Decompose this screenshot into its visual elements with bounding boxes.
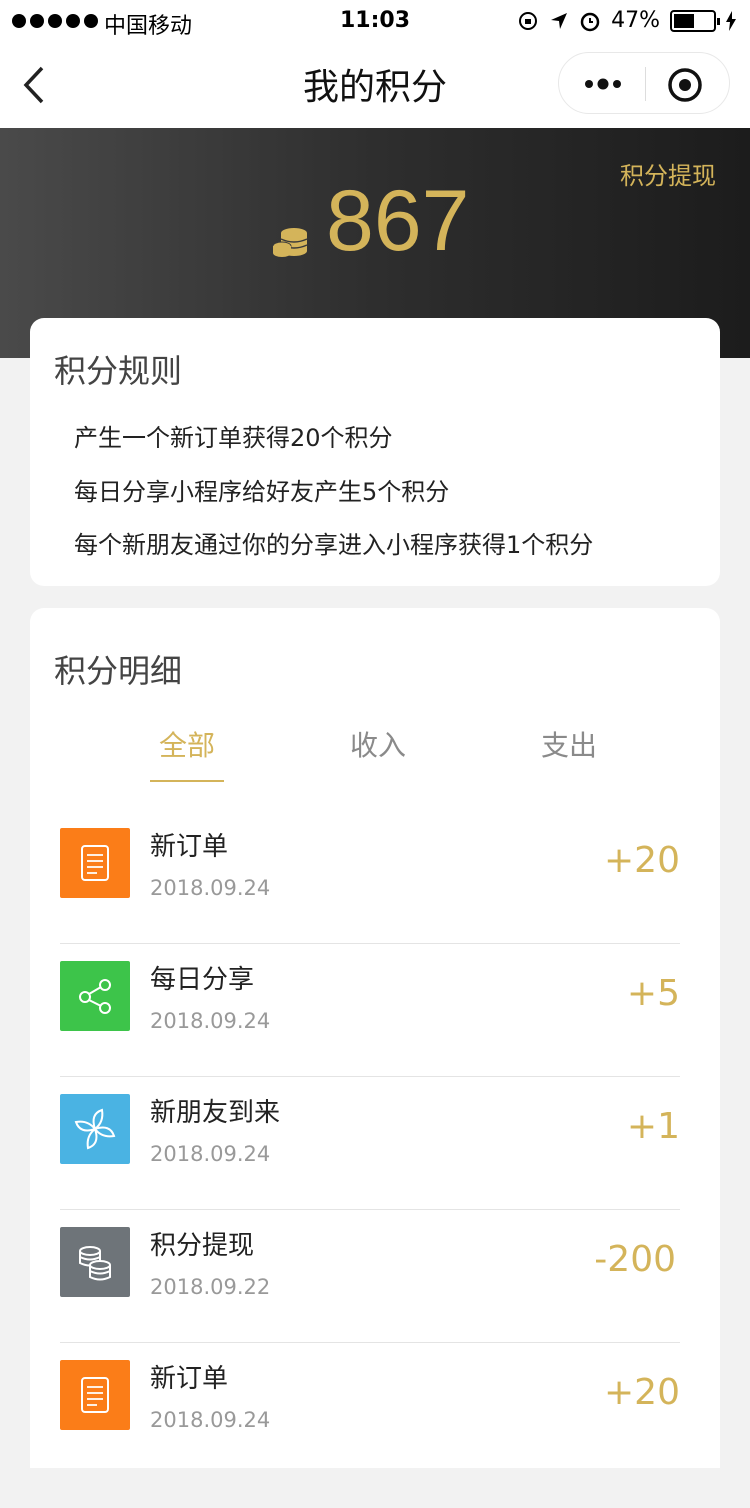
order-icon [60, 1360, 130, 1430]
charging-icon [726, 10, 736, 31]
active-tab-indicator [150, 780, 224, 782]
location-icon [551, 12, 568, 29]
record-name: 新朋友到来 [150, 1098, 281, 1128]
battery-icon [670, 9, 720, 32]
record-amount: +20 [604, 1372, 680, 1413]
coins-stack-icon [60, 1227, 130, 1297]
record-row[interactable]: 每日分享 2018.09.24 +5 [60, 945, 680, 1077]
record-row[interactable]: 积分提现 2018.09.22 -200 [60, 1211, 680, 1343]
tab-income[interactable]: 收入 [318, 724, 438, 764]
record-date: 2018.09.24 [150, 1142, 271, 1166]
record-amount: +1 [626, 1106, 680, 1147]
nav-bar: 我的积分 [0, 44, 750, 128]
close-mini-program-button[interactable] [665, 65, 705, 105]
pinwheel-icon [60, 1094, 130, 1164]
record-amount: +20 [604, 840, 680, 881]
order-icon [60, 828, 130, 898]
record-row[interactable]: 新朋友到来 2018.09.24 +1 [60, 1078, 680, 1210]
status-icons: 47% [517, 8, 736, 33]
row-divider [60, 943, 680, 944]
row-divider [60, 1076, 680, 1077]
rules-title: 积分规则 [54, 352, 183, 390]
coins-icon [272, 228, 308, 257]
points-detail-card: 积分明细 全部 收入 支出 新订单 2018.09.24 +20 每日分享 20… [30, 608, 720, 1468]
more-dots-icon [585, 78, 621, 90]
target-close-icon [668, 68, 702, 102]
record-date: 2018.09.24 [150, 1408, 271, 1432]
rule-item: 产生一个新订单获得20个积分 [74, 424, 393, 452]
status-bar: 中国移动 11:03 47% [0, 0, 750, 44]
detail-title: 积分明细 [54, 652, 183, 690]
capsule-divider [645, 67, 646, 101]
record-row[interactable]: 新订单 2018.09.24 +20 [60, 812, 680, 944]
mini-program-capsule [558, 52, 730, 114]
tab-all[interactable]: 全部 [127, 724, 247, 764]
record-row[interactable]: 新订单 2018.09.24 +20 [60, 1344, 680, 1476]
row-divider [60, 1342, 680, 1343]
alarm-icon [580, 12, 600, 31]
record-date: 2018.09.24 [150, 1009, 271, 1033]
battery-percent: 47% [611, 8, 660, 33]
record-date: 2018.09.24 [150, 876, 271, 900]
rotation-lock-icon [519, 11, 538, 30]
record-name: 新订单 [150, 832, 229, 862]
record-name: 积分提现 [150, 1231, 255, 1261]
record-amount: -200 [594, 1239, 676, 1280]
rule-item: 每日分享小程序给好友产生5个积分 [74, 478, 450, 506]
more-button[interactable] [581, 69, 625, 99]
record-name: 每日分享 [150, 965, 255, 995]
share-icon [60, 961, 130, 1031]
record-amount: +5 [626, 973, 680, 1014]
withdraw-points-link[interactable]: 积分提现 [620, 156, 716, 191]
points-balance: 867 [326, 173, 470, 269]
rule-item: 每个新朋友通过你的分享进入小程序获得1个积分 [74, 531, 594, 559]
record-name: 新订单 [150, 1364, 229, 1394]
row-divider [60, 1209, 680, 1210]
tab-expense[interactable]: 支出 [509, 724, 629, 764]
rules-card: 积分规则 产生一个新订单获得20个积分 每日分享小程序给好友产生5个积分 每个新… [30, 318, 720, 586]
record-date: 2018.09.22 [150, 1275, 271, 1299]
